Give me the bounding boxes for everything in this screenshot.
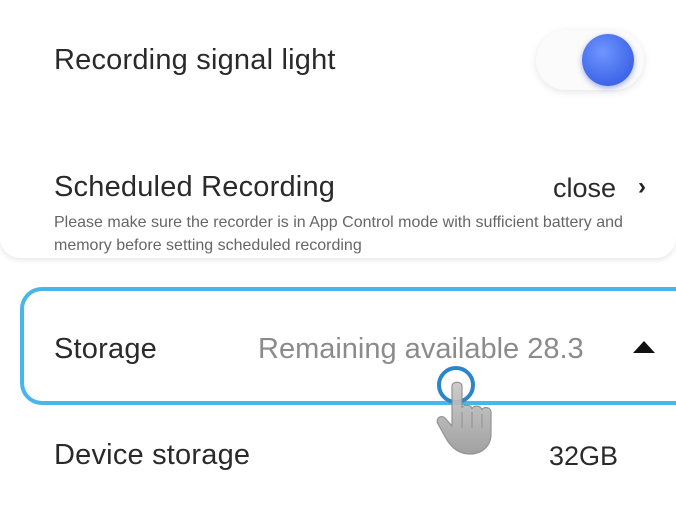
device-storage-value: 32GB xyxy=(549,441,619,471)
caret-up-icon[interactable] xyxy=(633,341,655,353)
device-storage-label: Device storage xyxy=(54,439,251,471)
toggle-knob xyxy=(582,34,634,86)
signal-light-label: Recording signal light xyxy=(54,44,336,76)
signal-light-toggle[interactable] xyxy=(536,30,644,90)
storage-label: Storage xyxy=(54,333,157,365)
scheduled-recording-label: Scheduled Recording xyxy=(54,171,336,203)
tap-hand-icon xyxy=(436,381,492,455)
storage-remaining-value: Remaining available 28.3 xyxy=(258,333,584,365)
scheduled-recording-hint: Please make sure the recorder is in App … xyxy=(54,214,623,254)
recorder-settings-screen: Recording signal light Scheduled Recordi… xyxy=(0,0,676,505)
chevron-right-icon: › xyxy=(638,173,646,200)
scheduled-recording-value: close xyxy=(553,173,617,203)
